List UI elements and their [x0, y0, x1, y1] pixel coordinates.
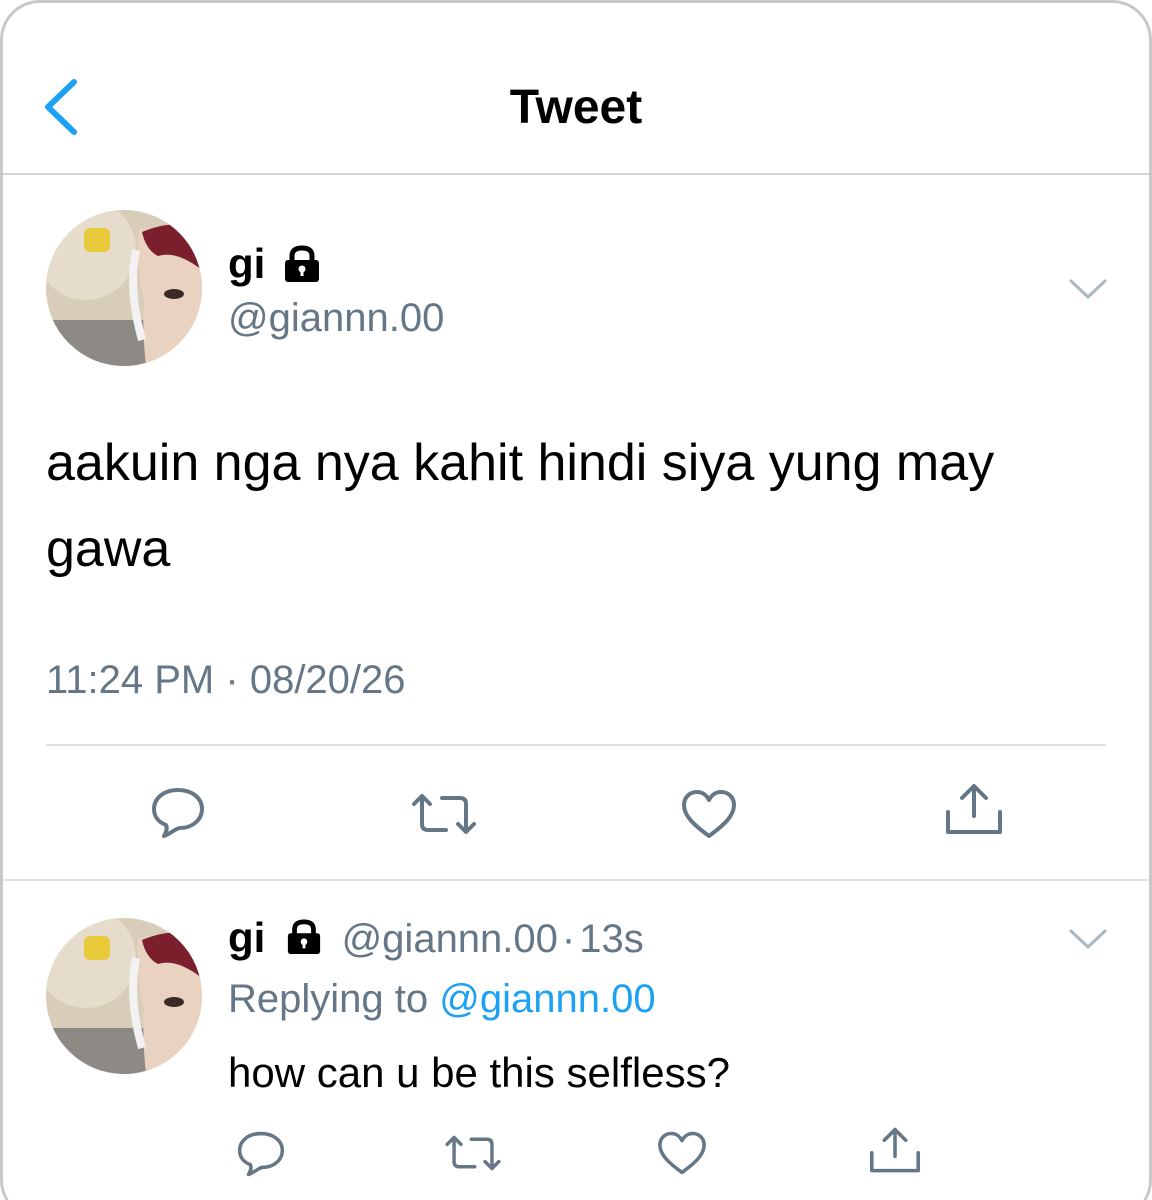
share-icon[interactable]	[868, 1126, 922, 1176]
reply-avatar[interactable]	[46, 918, 202, 1074]
timestamp-separator: ·	[225, 658, 239, 702]
tweet-timestamp: 11:24 PM · 08/20/26	[46, 656, 406, 704]
reply-author-name[interactable]: gi	[228, 914, 265, 961]
chevron-down-icon[interactable]	[1068, 928, 1108, 950]
page-title: Tweet	[509, 81, 643, 134]
lock-icon	[288, 919, 321, 955]
comment-icon[interactable]	[150, 786, 206, 840]
replying-to-label: Replying to	[228, 977, 429, 1021]
share-icon[interactable]	[944, 782, 1004, 838]
tweet-date: 08/20/26	[249, 658, 406, 702]
heart-icon[interactable]	[680, 788, 738, 840]
reply-author-handle[interactable]: @giannn.00	[342, 917, 558, 961]
divider	[46, 744, 1106, 746]
tweet-time: 11:24 PM	[46, 658, 215, 702]
app-screen: Tweet gi @giannn.00 aakuin nga nya kahit…	[0, 0, 1152, 1200]
replying-to-mention[interactable]: @giannn.00	[439, 977, 655, 1021]
retweet-icon[interactable]	[408, 790, 480, 838]
author-handle[interactable]: @giannn.00	[228, 294, 444, 342]
author-name[interactable]: gi	[228, 240, 265, 288]
comment-icon[interactable]	[236, 1130, 286, 1178]
nav-bar: Tweet	[0, 0, 1152, 175]
reply-text: how can u be this selfless?	[228, 1049, 730, 1096]
reply-age: 13s	[579, 917, 644, 961]
reply-header: gi @giannn.00 · 13s	[228, 914, 644, 963]
retweet-icon[interactable]	[442, 1132, 504, 1174]
avatar[interactable]	[46, 210, 202, 366]
chevron-down-icon[interactable]	[1068, 278, 1108, 300]
heart-icon[interactable]	[656, 1130, 708, 1176]
lock-icon	[285, 245, 319, 282]
replying-to: Replying to @giannn.00	[228, 975, 656, 1023]
tweet-text: aakuin nga nya kahit hindi siya yung may…	[46, 434, 995, 578]
reply-separator: ·	[561, 917, 576, 961]
divider	[0, 879, 1152, 881]
